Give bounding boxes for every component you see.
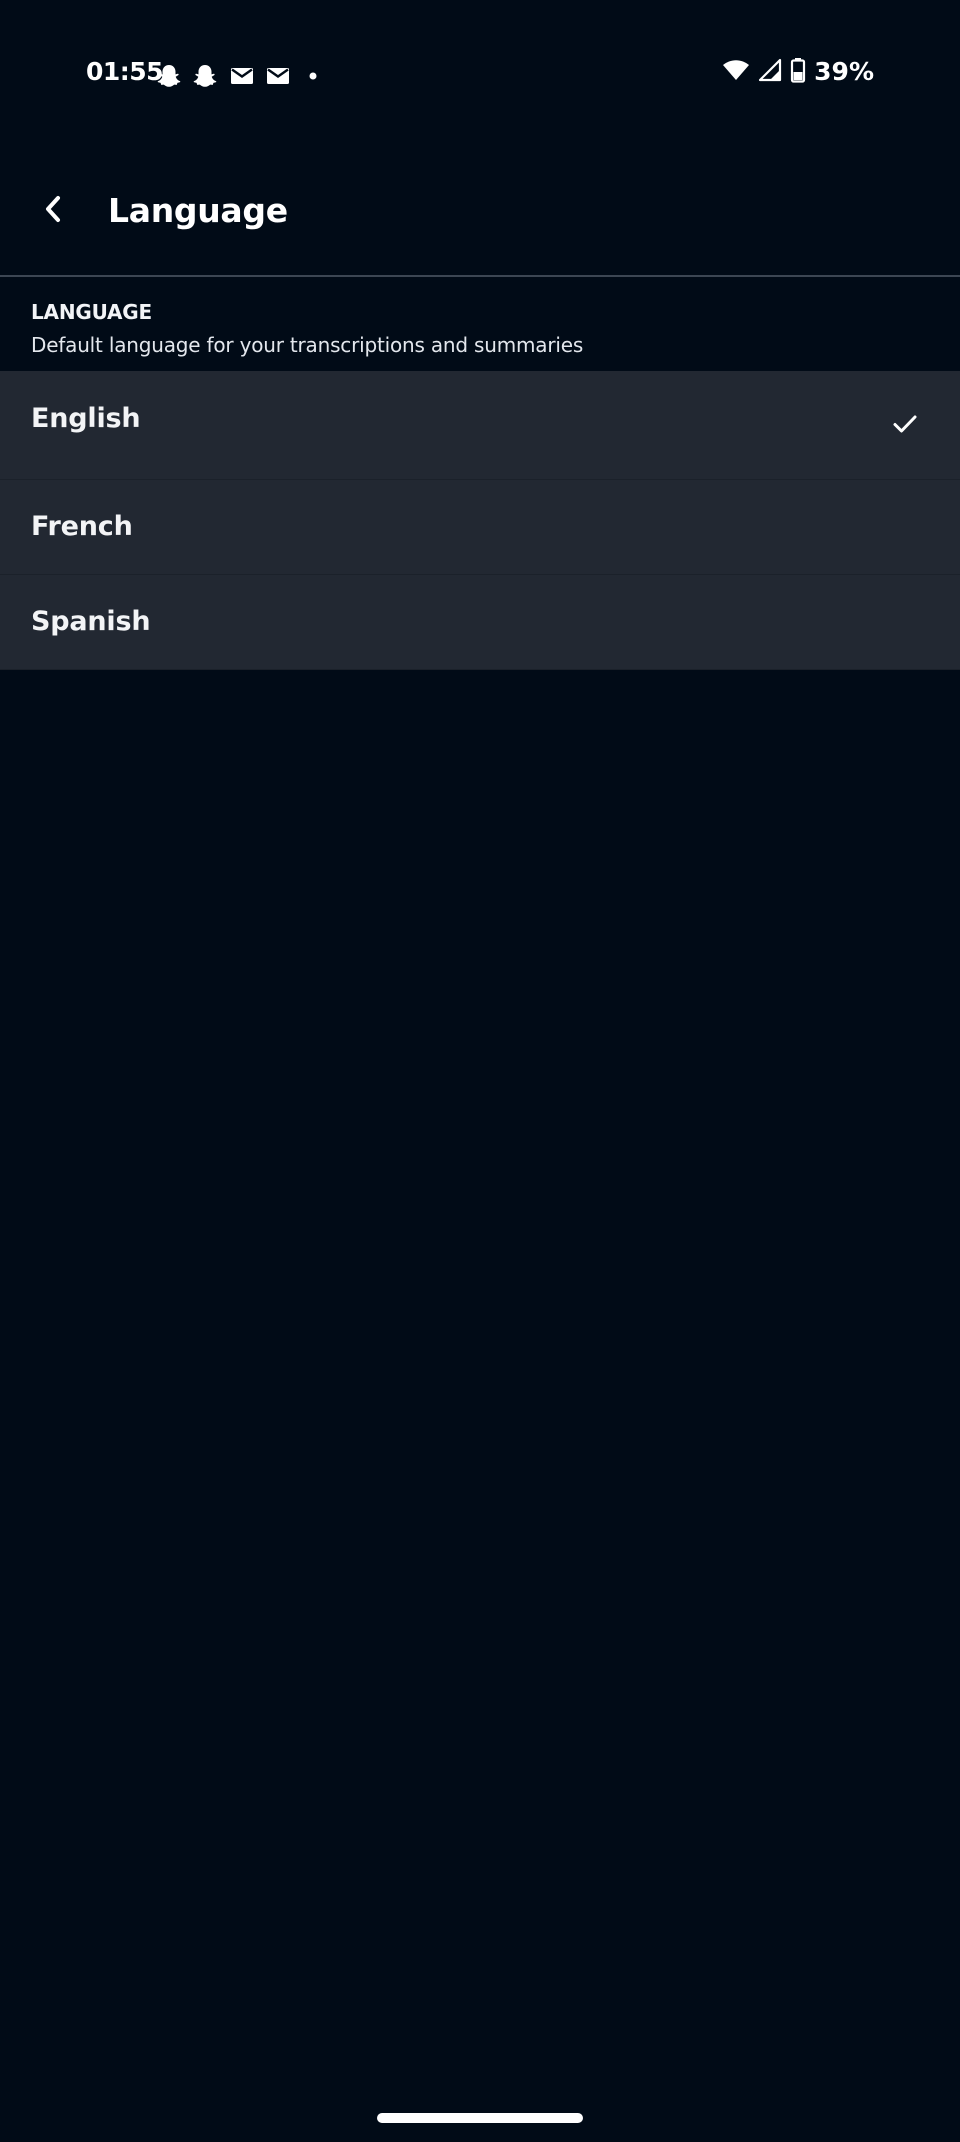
language-option-english[interactable]: English xyxy=(0,371,960,480)
language-option-label: English xyxy=(31,403,141,434)
battery-icon xyxy=(790,57,806,87)
snapchat-icon xyxy=(192,63,218,89)
language-option-label: French xyxy=(31,511,133,542)
gmail-icon xyxy=(265,63,291,89)
back-button[interactable] xyxy=(32,190,74,232)
language-list: English French Spanish xyxy=(0,371,960,670)
chevron-left-icon xyxy=(42,194,64,228)
section-header: LANGUAGE Default language for your trans… xyxy=(0,277,960,371)
language-option-french[interactable]: French xyxy=(0,480,960,575)
gesture-navigation-bar[interactable] xyxy=(377,2113,583,2123)
battery-percent: 39% xyxy=(814,57,874,86)
wifi-icon xyxy=(722,58,750,86)
status-bar: 01:55 39% xyxy=(0,0,960,150)
snapchat-icon xyxy=(156,63,182,89)
section-title: LANGUAGE xyxy=(31,300,152,324)
status-time: 01:55 xyxy=(86,57,164,86)
language-option-label: Spanish xyxy=(31,606,151,637)
cell-signal-icon xyxy=(758,58,782,86)
more-notifications-dot-icon xyxy=(306,63,332,89)
section-subtitle: Default language for your transcriptions… xyxy=(31,333,584,357)
status-right-group: 39% xyxy=(722,57,874,87)
page-title: Language xyxy=(108,191,288,230)
app-header: Language xyxy=(0,150,960,277)
checkmark-icon xyxy=(892,413,918,435)
gmail-icon xyxy=(229,63,255,89)
language-option-spanish[interactable]: Spanish xyxy=(0,575,960,670)
